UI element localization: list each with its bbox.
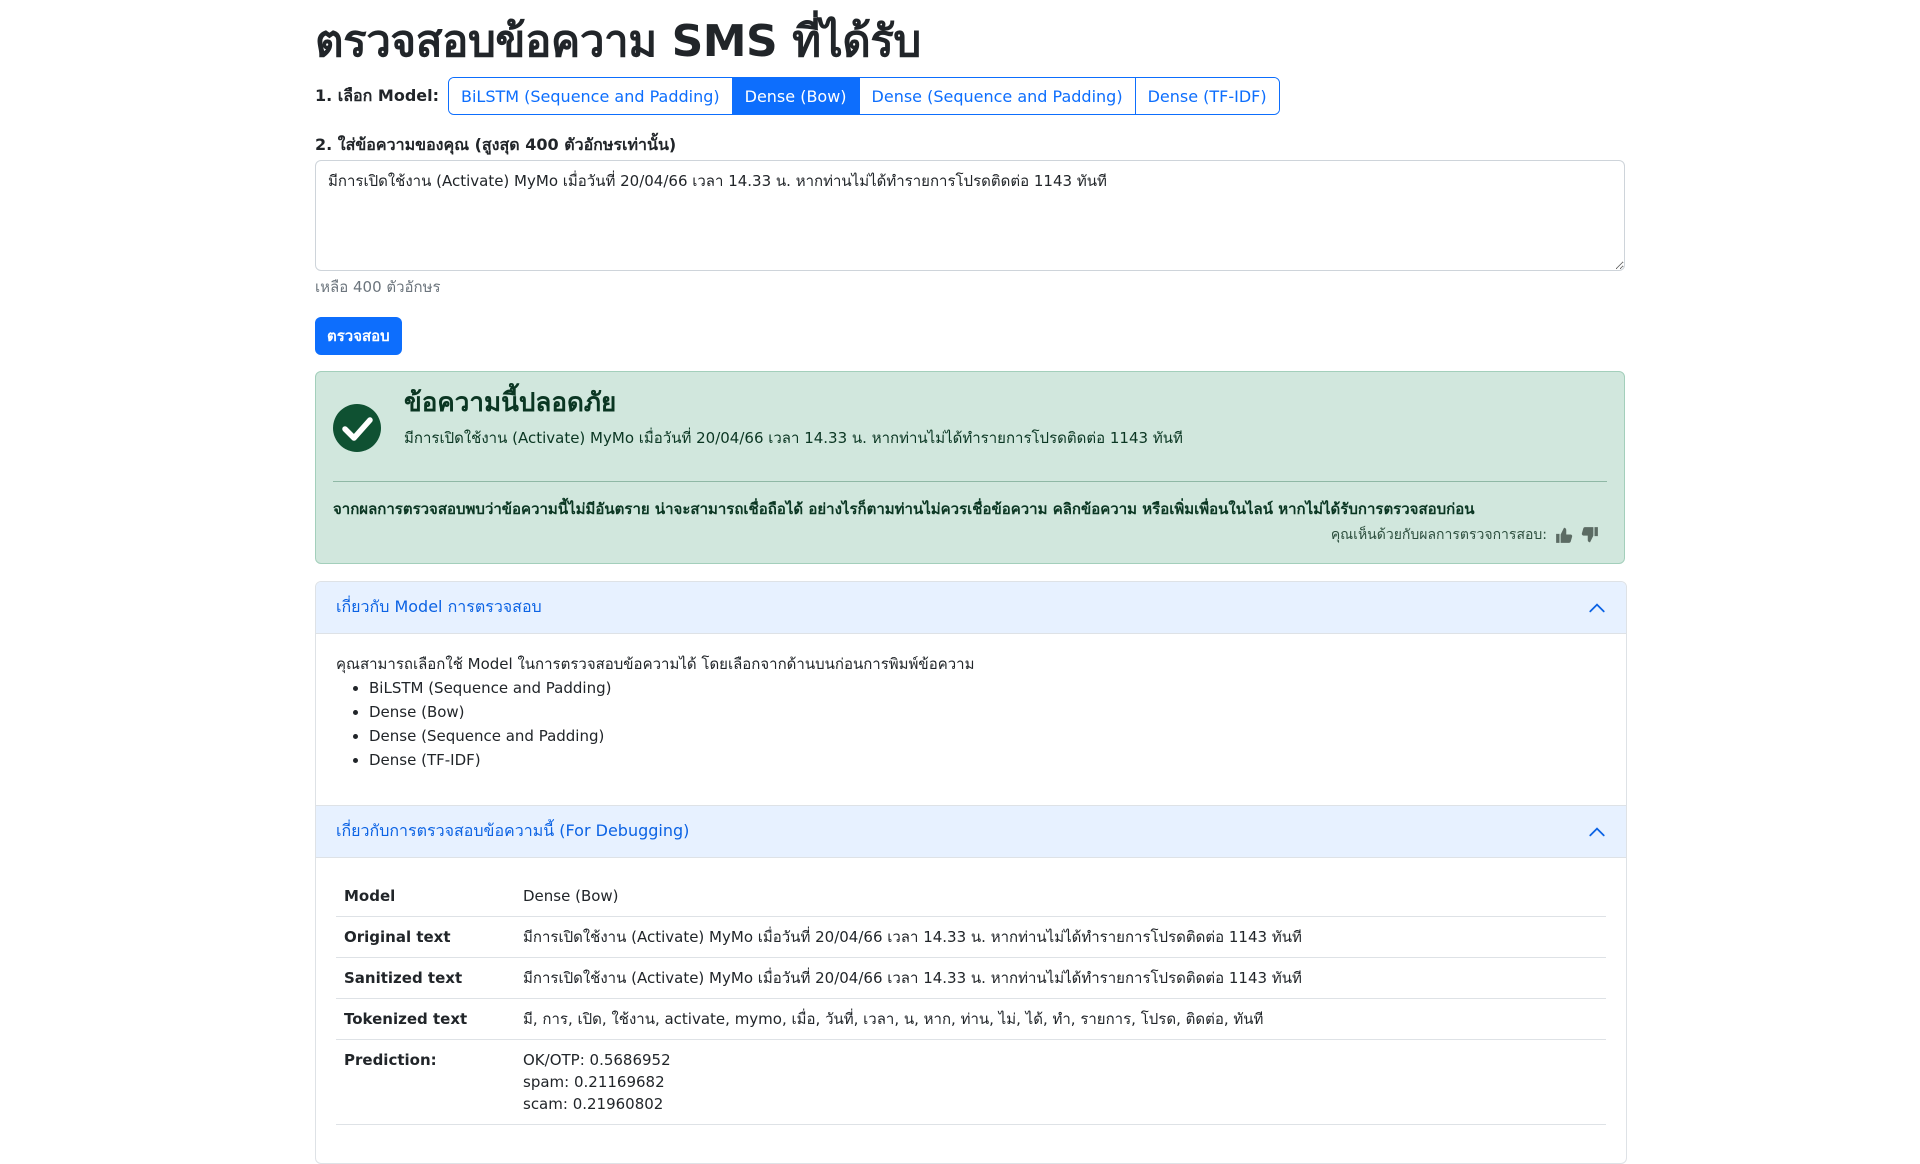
row-key: Original text (336, 916, 515, 958)
result-note: จากผลการตรวจสอบพบว่าข้อความนี้ไม่มีอันตร… (333, 500, 1475, 518)
result-divider (333, 481, 1607, 482)
row-value: มี, การ, เปิด, ใช้งาน, activate, mymo, เ… (515, 998, 1606, 1040)
feedback-label: คุณเห็นด้วยกับผลการตรวจการสอบ: (1330, 527, 1547, 543)
row-value: Dense (Bow) (515, 876, 1606, 917)
main-container: ตรวจสอบข้อความ SMS ที่ได้รับ 1. เลือก Mo… (315, 0, 1627, 1164)
model-option-dense-sequence[interactable]: Dense (Sequence and Padding) (859, 78, 1136, 114)
result-message: มีการเปิดใช้งาน (Activate) MyMo เมื่อวัน… (404, 429, 1183, 447)
about-model-header[interactable]: เกี่ยวกับ Model การตรวจสอบ (316, 582, 1626, 634)
model-list: BiLSTM (Sequence and Padding) Dense (Bow… (336, 676, 1606, 772)
prediction-scam: scam: 0.21960802 (523, 1095, 664, 1113)
about-model-body: คุณสามารถเลือกใช้ Model ในการตรวจสอบข้อค… (316, 634, 1626, 806)
row-key: Sanitized text (336, 957, 515, 999)
debug-table: Model Dense (Bow) Original text มีการเปิ… (336, 876, 1606, 1125)
char-counter: เหลือ 400 ตัวอักษร (315, 278, 441, 296)
about-model-intro: คุณสามารถเลือกใช้ Model ในการตรวจสอบข้อค… (336, 655, 975, 673)
prediction-spam: spam: 0.21169682 (523, 1073, 665, 1091)
thumbs-down-icon[interactable] (1581, 526, 1599, 544)
model-button-group: BiLSTM (Sequence and Padding) Dense (Bow… (448, 77, 1280, 115)
table-row: Tokenized text มี, การ, เปิด, ใช้งาน, ac… (336, 998, 1606, 1040)
prediction-label: Prediction: (336, 1039, 515, 1125)
table-row: Sanitized text มีการเปิดใช้งาน (Activate… (336, 957, 1606, 999)
sms-textarea[interactable]: มีการเปิดใช้งาน (Activate) MyMo เมื่อวัน… (315, 160, 1625, 271)
model-option-bilstm[interactable]: BiLSTM (Sequence and Padding) (449, 78, 733, 114)
table-row: Prediction: OK/OTP: 0.5686952 spam: 0.21… (336, 1039, 1606, 1125)
debug-title: เกี่ยวกับการตรวจสอบข้อความนี้ (For Debug… (336, 821, 690, 840)
row-value: มีการเปิดใช้งาน (Activate) MyMo เมื่อวัน… (515, 957, 1606, 999)
model-select-label: 1. เลือก Model: (315, 85, 440, 105)
result-title: ข้อความนี้ปลอดภัย (404, 388, 617, 418)
prediction-ok: OK/OTP: 0.5686952 (523, 1051, 671, 1069)
row-value: มีการเปิดใช้งาน (Activate) MyMo เมื่อวัน… (515, 916, 1606, 958)
table-row: Model Dense (Bow) (336, 876, 1606, 917)
debug-header[interactable]: เกี่ยวกับการตรวจสอบข้อความนี้ (For Debug… (316, 806, 1626, 858)
row-key: Model (336, 876, 515, 917)
model-selector: 1. เลือก Model: BiLSTM (Sequence and Pad… (315, 76, 1625, 116)
result-alert: ข้อความนี้ปลอดภัย มีการเปิดใช้งาน (Activ… (315, 371, 1625, 564)
list-item: BiLSTM (Sequence and Padding) (369, 676, 1606, 700)
check-circle-icon (333, 404, 381, 452)
chevron-up-icon (1588, 823, 1606, 841)
feedback-row: คุณเห็นด้วยกับผลการตรวจการสอบ: (1331, 524, 1599, 546)
row-key: Tokenized text (336, 998, 515, 1040)
prediction-values: OK/OTP: 0.5686952 spam: 0.21169682 scam:… (515, 1039, 1606, 1125)
list-item: Dense (Sequence and Padding) (369, 724, 1606, 748)
page-title: ตรวจสอบข้อความ SMS ที่ได้รับ (315, 16, 921, 67)
list-item: Dense (TF-IDF) (369, 748, 1606, 772)
thumbs-up-icon[interactable] (1555, 526, 1573, 544)
sms-input-label: 2. ใส่ข้อความของคุณ (สูงสุด 400 ตัวอักษร… (315, 135, 677, 154)
list-item: Dense (Bow) (369, 700, 1606, 724)
model-option-dense-tfidf[interactable]: Dense (TF-IDF) (1135, 78, 1279, 114)
about-model-title: เกี่ยวกับ Model การตรวจสอบ (336, 597, 542, 616)
debug-body: Model Dense (Bow) Original text มีการเปิ… (316, 858, 1626, 1163)
model-option-dense-bow[interactable]: Dense (Bow) (732, 78, 860, 114)
chevron-up-icon (1588, 599, 1606, 617)
check-button[interactable]: ตรวจสอบ (315, 317, 402, 355)
info-accordion: เกี่ยวกับ Model การตรวจสอบ คุณสามารถเลือ… (315, 581, 1627, 1164)
table-row: Original text มีการเปิดใช้งาน (Activate)… (336, 916, 1606, 958)
